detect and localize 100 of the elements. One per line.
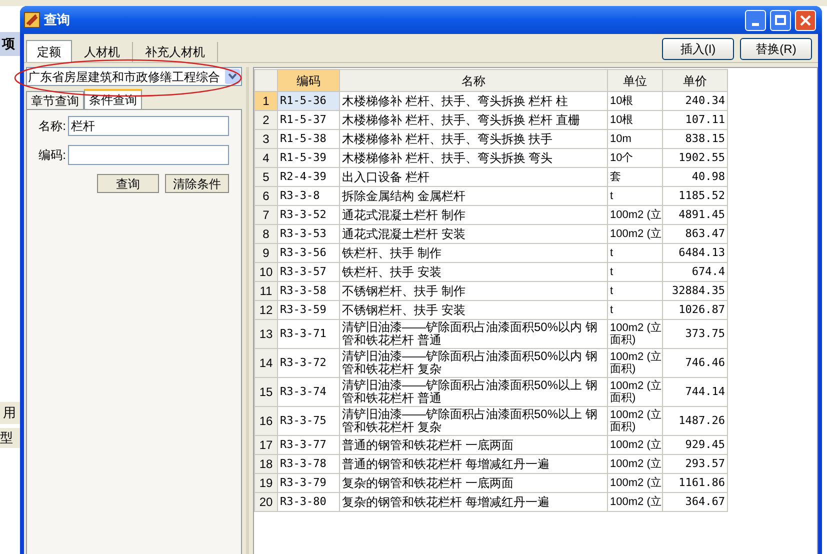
table-cell: R2-4-39	[278, 168, 340, 186]
table-cell: 100m2 (立面积)	[608, 348, 662, 378]
row-number[interactable]: 10	[254, 262, 278, 282]
table-cell: 1161.86	[662, 474, 728, 492]
table-cell: 1026.87	[662, 300, 728, 320]
table-cell: R3-3-71	[278, 320, 340, 348]
table-cell: 10根	[608, 110, 662, 130]
table-cell: 普通的钢管和铁花栏杆 一底两面	[340, 436, 608, 454]
row-number[interactable]: 6	[254, 186, 278, 206]
table-cell: t	[608, 300, 662, 320]
table-cell: 4891.45	[662, 206, 728, 224]
text-fragment: 项	[2, 35, 15, 54]
tab[interactable]: 定额	[26, 40, 72, 62]
corner-cell	[254, 70, 278, 92]
table-cell: t	[608, 262, 662, 282]
field-label: 名称:	[38, 118, 66, 135]
input-field[interactable]: 栏杆	[68, 116, 229, 136]
table-cell: 清铲旧油漆——铲除面积占油漆面积50%以上 钢管和铁花栏杆 普通	[340, 378, 608, 406]
column-header[interactable]: 单位	[608, 70, 662, 92]
search-button[interactable]: 清除条件	[165, 174, 229, 193]
input-field[interactable]	[68, 145, 229, 165]
table-cell: 929.45	[662, 436, 728, 454]
table-cell: R1-5-37	[278, 110, 340, 130]
row-number[interactable]: 4	[254, 148, 278, 168]
minimize-button[interactable]	[745, 10, 766, 30]
table-cell: R3-3-80	[278, 492, 340, 512]
row-number[interactable]: 13	[254, 320, 278, 348]
row-number[interactable]: 14	[254, 348, 278, 378]
row-number[interactable]: 12	[254, 300, 278, 320]
table-cell: 100m2 (立面积)	[608, 406, 662, 436]
table-cell: t	[608, 244, 662, 262]
table-cell: R3-3-79	[278, 474, 340, 492]
table-cell: 100m2 (立	[608, 436, 662, 454]
table-cell: 1185.52	[662, 186, 728, 206]
table-cell: 不锈钢栏杆、扶手 制作	[340, 282, 608, 300]
table-cell: R1-5-38	[278, 130, 340, 148]
table-cell: 木楼梯修补 栏杆、扶手、弯头拆换 栏杆 柱	[340, 92, 608, 110]
table-cell: 10根	[608, 92, 662, 110]
table-cell: 复杂的钢管和铁花栏杆 一底两面	[340, 474, 608, 492]
table-cell: 套	[608, 168, 662, 186]
column-header[interactable]: 名称	[340, 70, 608, 92]
tab[interactable]: 补充人材机	[133, 42, 218, 62]
table-cell: 复杂的钢管和铁花栏杆 每增减红丹一遍	[340, 492, 608, 512]
row-number[interactable]: 20	[254, 492, 278, 512]
maximize-button[interactable]	[770, 10, 791, 30]
row-number[interactable]: 1	[254, 92, 278, 110]
table-cell: R1-5-39	[278, 148, 340, 168]
library-dropdown[interactable]: 广东省房屋建筑和市政修缮工程综合	[26, 67, 242, 86]
table-cell: 364.67	[662, 492, 728, 512]
row-number[interactable]: 16	[254, 406, 278, 436]
row-number[interactable]: 2	[254, 110, 278, 130]
row-number[interactable]: 11	[254, 282, 278, 300]
table-cell: 744.14	[662, 378, 728, 406]
text-fragment: 型	[0, 429, 13, 448]
row-number[interactable]: 7	[254, 206, 278, 224]
row-number[interactable]: 9	[254, 244, 278, 262]
search-button[interactable]: 查询	[97, 174, 159, 193]
table-cell: R3-3-59	[278, 300, 340, 320]
row-number[interactable]: 17	[254, 436, 278, 454]
row-number[interactable]: 18	[254, 454, 278, 474]
table-cell: R3-3-75	[278, 406, 340, 436]
table-cell: R3-3-74	[278, 378, 340, 406]
table-cell: 1902.55	[662, 148, 728, 168]
table-cell: R3-3-58	[278, 282, 340, 300]
row-number[interactable]: 8	[254, 224, 278, 244]
table-cell: 838.15	[662, 130, 728, 148]
action-button[interactable]: 插入(I)	[662, 38, 734, 60]
app-icon	[24, 12, 40, 28]
table-cell: 746.46	[662, 348, 728, 378]
table-cell: 清铲旧油漆——铲除面积占油漆面积50%以内 钢管和铁花栏杆 复杂	[340, 348, 608, 378]
row-number[interactable]: 5	[254, 168, 278, 186]
tab[interactable]: 人材机	[72, 42, 133, 62]
table-cell: 不锈钢栏杆、扶手 安装	[340, 300, 608, 320]
table-cell: R3-3-78	[278, 454, 340, 474]
action-button[interactable]: 替换(R)	[740, 38, 812, 60]
table-cell: t	[608, 186, 662, 206]
table-cell: 1487.26	[662, 406, 728, 436]
table-cell: 100m2 (立	[608, 206, 662, 224]
table-cell: R3-3-56	[278, 244, 340, 262]
table-cell: 100m2 (立面积)	[608, 378, 662, 406]
field-label: 编码:	[38, 147, 66, 164]
text-fragment: 用	[3, 404, 16, 422]
table-cell: 铁栏杆、扶手 制作	[340, 244, 608, 262]
table-cell: 863.47	[662, 224, 728, 244]
table-cell: 100m2 (立	[608, 492, 662, 512]
table-cell: 293.57	[662, 454, 728, 474]
row-number[interactable]: 3	[254, 130, 278, 148]
table-cell: 清铲旧油漆——铲除面积占油漆面积50%以上 钢管和铁花栏杆 复杂	[340, 406, 608, 436]
column-header[interactable]: 单价	[662, 70, 728, 92]
table-cell: 拆除金属结构 金属栏杆	[340, 186, 608, 206]
subtab[interactable]: 章节查询	[26, 91, 84, 109]
column-header[interactable]: 编码	[278, 70, 340, 92]
table-cell: 6484.13	[662, 244, 728, 262]
table-cell: R3-3-77	[278, 436, 340, 454]
row-number[interactable]: 15	[254, 378, 278, 406]
close-button[interactable]	[795, 10, 816, 30]
table-cell: R3-3-53	[278, 224, 340, 244]
table-cell: 107.11	[662, 110, 728, 130]
row-number[interactable]: 19	[254, 474, 278, 492]
table-cell: 通花式混凝土栏杆 制作	[340, 206, 608, 224]
